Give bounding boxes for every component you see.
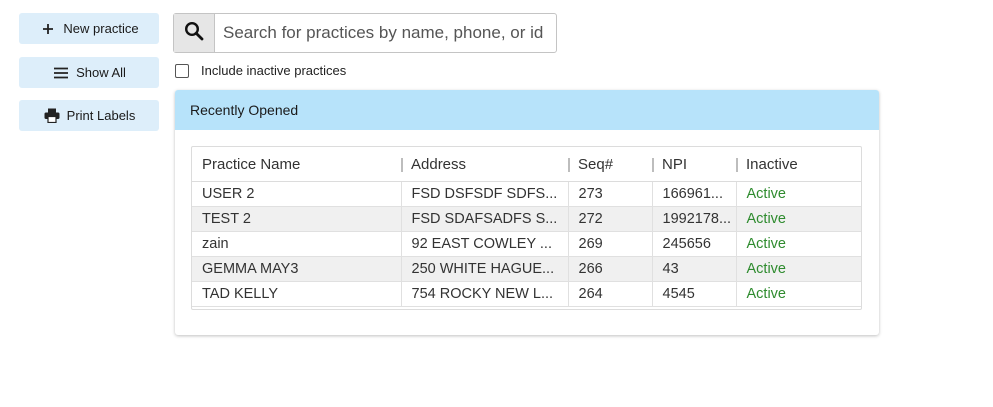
print-labels-label: Print Labels [66, 108, 136, 123]
search-button[interactable] [174, 14, 215, 52]
cell-address: 92 EAST COWLEY ... [400, 231, 568, 257]
cell-practice-name: zain [192, 231, 401, 257]
plus-icon [39, 20, 57, 38]
cell-status: Active [735, 231, 861, 257]
new-practice-button[interactable]: New practice [19, 13, 159, 44]
cell-status: Active [735, 281, 861, 307]
cell-npi: 1992178... [651, 206, 736, 232]
cell-seq: 269 [567, 231, 652, 257]
include-inactive-checkbox[interactable] [175, 63, 189, 78]
column-header-npi[interactable]: NPI [652, 147, 736, 182]
menu-icon [52, 64, 70, 82]
table-row[interactable]: GEMMA MAY3 250 WHITE HAGUE... 266 43 Act… [192, 256, 861, 282]
column-header-address[interactable]: Address [401, 147, 568, 182]
cell-npi: 43 [651, 256, 736, 282]
recently-opened-panel: Recently Opened Practice Name Address Se… [175, 90, 879, 335]
cell-seq: 266 [567, 256, 652, 282]
search-input[interactable] [215, 14, 556, 52]
cell-address: 754 ROCKY NEW L... [400, 281, 568, 307]
cell-address: FSD SDAFSADFS S... [400, 206, 568, 232]
table-row[interactable]: zain 92 EAST COWLEY ... 269 245656 Activ… [192, 231, 861, 257]
cell-status: Active [735, 181, 861, 207]
search-bar [173, 13, 557, 53]
printer-icon [43, 107, 61, 125]
cell-practice-name: GEMMA MAY3 [192, 256, 401, 282]
column-header-seq[interactable]: Seq# [568, 147, 652, 182]
cell-status: Active [735, 256, 861, 282]
column-resize-handle[interactable] [736, 158, 738, 172]
print-labels-button[interactable]: Print Labels [19, 100, 159, 131]
column-resize-handle[interactable] [568, 158, 570, 172]
cell-seq: 264 [567, 281, 652, 307]
cell-seq: 272 [567, 206, 652, 232]
header-row: Practice Name Address Seq# NPI Inactive [192, 147, 861, 182]
cell-practice-name: TEST 2 [192, 206, 401, 232]
table-row[interactable]: USER 2 FSD DSFSDF SDFS... 273 166961... … [192, 181, 861, 207]
cell-status: Active [735, 206, 861, 232]
include-inactive-label: Include inactive practices [201, 63, 347, 78]
table-row[interactable]: TAD KELLY 754 ROCKY NEW L... 264 4545 Ac… [192, 281, 861, 307]
panel-title: Recently Opened [175, 90, 879, 130]
cell-npi: 245656 [651, 231, 736, 257]
cell-practice-name: USER 2 [192, 181, 401, 207]
practices-grid: Practice Name Address Seq# NPI Inactive … [191, 146, 862, 310]
table-row[interactable]: TEST 2 FSD SDAFSADFS S... 272 1992178...… [192, 206, 861, 232]
column-resize-handle[interactable] [652, 158, 654, 172]
cell-npi: 166961... [651, 181, 736, 207]
column-resize-handle[interactable] [401, 158, 403, 172]
include-inactive-option: Include inactive practices [175, 63, 346, 78]
cell-seq: 273 [567, 181, 652, 207]
new-practice-label: New practice [63, 21, 139, 36]
show-all-button[interactable]: Show All [19, 57, 159, 88]
column-header-inactive[interactable]: Inactive [736, 147, 861, 182]
column-header-practice-name[interactable]: Practice Name [192, 147, 401, 182]
cell-npi: 4545 [651, 281, 736, 307]
search-icon [184, 21, 204, 46]
cell-address: FSD DSFSDF SDFS... [400, 181, 568, 207]
show-all-label: Show All [76, 65, 126, 80]
cell-address: 250 WHITE HAGUE... [400, 256, 568, 282]
cell-practice-name: TAD KELLY [192, 281, 401, 307]
